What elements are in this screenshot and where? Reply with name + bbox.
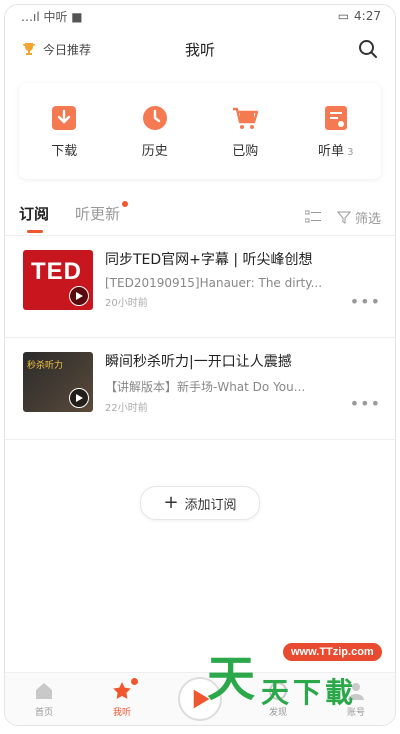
watermark-logo: 天 www.TTzip.com 天下載	[205, 639, 385, 711]
ted-logo: TED	[31, 258, 82, 285]
tab-updates-label: 听更新	[75, 205, 121, 223]
list-view-icon[interactable]	[304, 210, 321, 224]
shortcut-label: 下载	[51, 143, 78, 159]
watermark-small: 天下載	[261, 676, 358, 709]
phone-screen: …ıl 中听 ■ ▭ 4:27 今日推荐 我听 下载 历史 已购 听单 3 订阅…	[4, 4, 396, 726]
more-icon[interactable]: •••	[350, 292, 381, 311]
playlist-count: 3	[347, 146, 354, 158]
home-icon	[36, 683, 52, 699]
filter-icon	[336, 211, 351, 224]
item-title: 瞬间秒杀听力|一开口让人震撼	[105, 354, 292, 370]
subscription-tabs: 订阅 听更新 筛选	[5, 199, 395, 236]
history-icon	[142, 105, 167, 130]
tab-subscribe[interactable]: 订阅	[19, 199, 49, 235]
more-icon[interactable]: •••	[350, 394, 381, 413]
item-thumbnail: 秒杀听力	[23, 352, 93, 412]
thumbnail-text: 秒杀听力	[27, 361, 64, 371]
add-subscription-button[interactable]: + 添加订阅	[140, 486, 260, 520]
shortcut-label: 已购	[232, 143, 259, 159]
nav-my-listen[interactable]: 我听	[92, 678, 152, 718]
nav-label: 我听	[112, 708, 131, 718]
item-time: 22小时前	[105, 403, 148, 414]
trophy-icon	[23, 43, 35, 55]
play-icon[interactable]	[69, 388, 89, 408]
new-dot	[122, 201, 129, 207]
watermark-url: www.TTzip.com	[283, 643, 382, 661]
filter-label: 筛选	[354, 211, 381, 227]
item-title: 同步TED官网+字幕 | 听尖峰创想	[105, 252, 313, 268]
item-thumbnail: TED	[23, 250, 93, 310]
shortcut-playlist[interactable]: 听单 3	[301, 104, 371, 159]
play-icon[interactable]	[69, 286, 89, 306]
nav-label: 首页	[34, 708, 53, 718]
top-header: 今日推荐 我听	[5, 27, 395, 71]
shortcut-download[interactable]: 下载	[29, 104, 99, 159]
star-icon	[113, 682, 131, 699]
plus-icon: +	[163, 492, 179, 513]
filter-button[interactable]: 筛选	[336, 208, 381, 227]
shortcut-purchased[interactable]: 已购	[210, 104, 280, 159]
add-subscription-label: 添加订阅	[184, 497, 237, 513]
daily-recommend-button[interactable]: 今日推荐	[21, 41, 91, 58]
playlist-icon	[324, 105, 347, 130]
status-bar: …ıl 中听 ■ ▭ 4:27	[5, 5, 395, 27]
cart-icon	[233, 107, 259, 129]
shortcut-panel: 下载 历史 已购 听单 3	[19, 83, 381, 179]
shortcut-label: 听单	[318, 143, 345, 159]
item-subtitle: [TED20190915]Hanauer: The dirty...	[105, 276, 323, 290]
daily-recommend-label: 今日推荐	[43, 42, 92, 57]
notification-dot	[131, 678, 138, 685]
shortcut-history[interactable]: 历史	[120, 104, 190, 159]
battery-icon: ▭	[337, 9, 350, 23]
tab-updates[interactable]: 听更新	[75, 199, 129, 235]
watermark-big: 天	[207, 651, 256, 707]
search-icon[interactable]	[357, 38, 379, 60]
subscription-item[interactable]: TED 同步TED官网+字幕 | 听尖峰创想 [TED20190915]Hana…	[5, 236, 395, 338]
item-time: 20小时前	[105, 298, 148, 309]
nav-home[interactable]: 首页	[14, 680, 74, 718]
status-left: …ıl 中听 ■	[21, 9, 83, 24]
subscription-item[interactable]: 秒杀听力 瞬间秒杀听力|一开口让人震撼 【讲解版本】新手场-What Do Yo…	[5, 338, 395, 440]
item-subtitle: 【讲解版本】新手场-What Do You...	[105, 380, 306, 394]
status-time: 4:27	[354, 9, 381, 23]
download-icon	[52, 105, 77, 130]
shortcut-label: 历史	[141, 143, 168, 159]
